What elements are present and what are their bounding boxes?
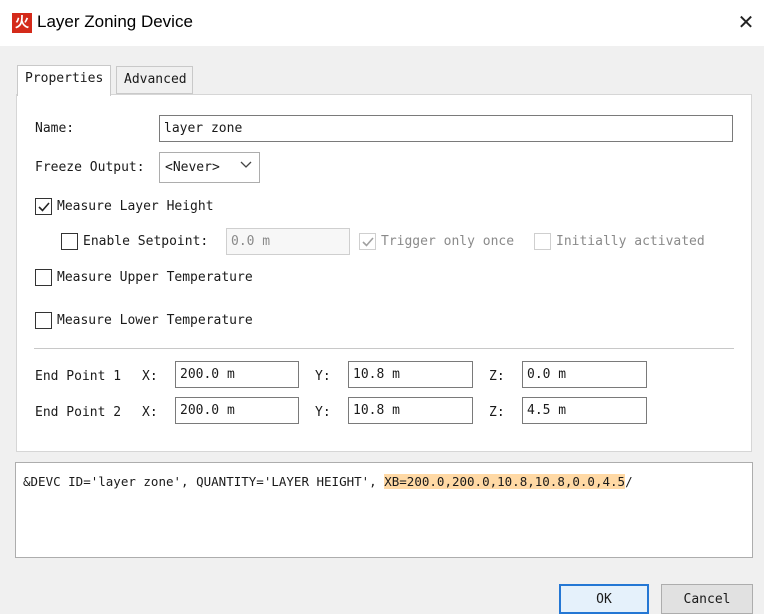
end-point-2-z-input[interactable]: 4.5 m xyxy=(522,397,647,424)
measure-lower-temperature-label: Measure Lower Temperature xyxy=(57,313,253,328)
output-text-highlight: XB=200.0,200.0,10.8,10.8,0.0,4.5 xyxy=(384,474,626,489)
end-point-1-z-label: Z: xyxy=(489,369,505,384)
end-point-2-label: End Point 2 xyxy=(35,405,122,420)
measure-layer-height-label: Measure Layer Height xyxy=(57,199,214,214)
checkmark-icon xyxy=(362,237,374,247)
end-point-2-z-label: Z: xyxy=(489,405,505,420)
end-point-1-z-input[interactable]: 0.0 m xyxy=(522,361,647,388)
enable-setpoint-label: Enable Setpoint: xyxy=(83,234,209,249)
initially-activated-label: Initially activated xyxy=(556,234,705,249)
trigger-only-once-label: Trigger only once xyxy=(381,234,515,249)
trigger-only-once-checkbox[interactable] xyxy=(359,233,376,250)
end-point-1-y-label: Y: xyxy=(315,369,331,384)
tab-advanced[interactable]: Advanced xyxy=(116,66,193,94)
measure-upper-temperature-label: Measure Upper Temperature xyxy=(57,270,253,285)
name-input[interactable]: layer zone xyxy=(159,115,733,142)
close-icon[interactable]: ✕ xyxy=(734,10,758,34)
setpoint-input[interactable]: 0.0 m xyxy=(226,228,350,255)
initially-activated-checkbox[interactable] xyxy=(534,233,551,250)
tab-properties[interactable]: Properties xyxy=(17,65,112,96)
end-point-1-label: End Point 1 xyxy=(35,369,122,384)
fds-output-text[interactable]: &DEVC ID='layer zone', QUANTITY='LAYER H… xyxy=(15,462,753,558)
chevron-down-icon xyxy=(240,160,252,173)
cancel-button[interactable]: Cancel xyxy=(661,584,753,614)
end-point-1-y-input[interactable]: 10.8 m xyxy=(348,361,473,388)
freeze-output-value: <Never> xyxy=(165,160,220,175)
ok-button[interactable]: OK xyxy=(559,584,649,614)
end-point-2-x-input[interactable]: 200.0 m xyxy=(175,397,299,424)
end-point-2-y-label: Y: xyxy=(315,405,331,420)
measure-layer-height-checkbox[interactable] xyxy=(35,198,52,215)
measure-lower-temperature-checkbox[interactable] xyxy=(35,312,52,329)
output-text-tail: / xyxy=(625,474,633,489)
enable-setpoint-checkbox[interactable] xyxy=(61,233,78,250)
end-point-2-x-label: X: xyxy=(142,405,158,420)
end-point-1-x-input[interactable]: 200.0 m xyxy=(175,361,299,388)
window-title: Layer Zoning Device xyxy=(37,12,193,31)
app-logo-icon: 火 xyxy=(12,13,32,33)
output-text-main: &DEVC ID='layer zone', QUANTITY='LAYER H… xyxy=(23,474,385,489)
end-point-1-x-label: X: xyxy=(142,369,158,384)
measure-upper-temperature-checkbox[interactable] xyxy=(35,269,52,286)
freeze-output-select[interactable]: <Never> xyxy=(159,152,260,183)
checkmark-icon xyxy=(38,202,50,212)
freeze-output-label: Freeze Output: xyxy=(35,160,145,175)
end-point-2-y-input[interactable]: 10.8 m xyxy=(348,397,473,424)
separator xyxy=(34,348,734,349)
name-label: Name: xyxy=(35,121,75,136)
